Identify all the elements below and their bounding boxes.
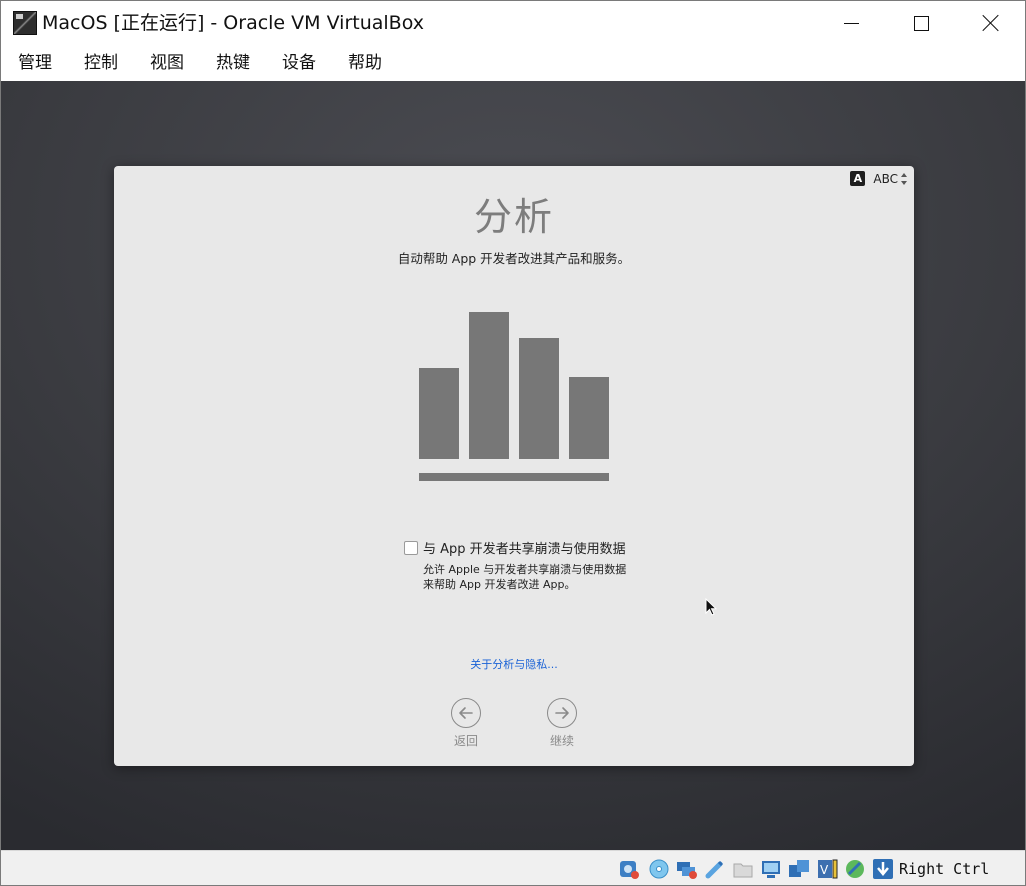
- input-source-menu[interactable]: A ABC: [850, 171, 908, 186]
- illustration-bar: [519, 338, 559, 459]
- maximize-button[interactable]: [886, 1, 956, 45]
- page-subtitle: 自动帮助 App 开发者改进其产品和服务。: [397, 251, 631, 266]
- title-bar[interactable]: MacOS [正在运行] - Oracle VM VirtualBox: [1, 1, 1025, 45]
- maximize-icon: [913, 15, 929, 31]
- chevron-up-down-icon: [901, 172, 908, 185]
- window-title: MacOS [正在运行] - Oracle VM VirtualBox: [42, 12, 424, 34]
- virtualbox-window: MacOS [正在运行] - Oracle VM VirtualBox 管理 控…: [0, 0, 1026, 886]
- share-data-description-line: 允许 Apple 与开发者共享崩溃与使用数据: [423, 563, 627, 576]
- close-icon: [982, 14, 1000, 32]
- menu-devices[interactable]: 设备: [282, 45, 316, 81]
- menu-manage[interactable]: 管理: [18, 45, 52, 81]
- minimize-icon: [843, 22, 859, 24]
- back-button[interactable]: 返回: [441, 698, 491, 749]
- page-title: 分析: [473, 195, 554, 239]
- share-data-description-line: 来帮助 App 开发者改进 App。: [423, 578, 576, 591]
- close-button[interactable]: [956, 1, 1026, 45]
- display-icon[interactable]: [760, 858, 782, 880]
- shared-folders-icon[interactable]: [732, 858, 754, 880]
- about-analytics-privacy-link[interactable]: 关于分析与隐私...: [114, 656, 914, 672]
- share-data-checkbox[interactable]: [404, 540, 418, 555]
- continue-label: 继续: [549, 734, 574, 748]
- guest-additions-icon[interactable]: [844, 858, 866, 880]
- input-source-label: ABC: [873, 171, 898, 186]
- share-data-label[interactable]: 与 App 开发者共享崩溃与使用数据: [423, 538, 626, 557]
- host-key-label: Right Ctrl: [899, 860, 990, 878]
- back-label: 返回: [453, 734, 478, 748]
- vm-display[interactable]: A ABC 分析 自动帮助 App 开发者改进其产品和服务。 与 App 开发者…: [1, 81, 1025, 850]
- status-bar: V Right Ctrl: [1, 850, 1025, 885]
- share-data-description: 允许 Apple 与开发者共享崩溃与使用数据 来帮助 App 开发者改进 App…: [423, 562, 626, 592]
- analytics-bar-chart-icon: [419, 311, 609, 481]
- menu-control[interactable]: 控制: [84, 45, 118, 81]
- usb-icon[interactable]: [704, 858, 726, 880]
- continue-button[interactable]: 继续: [537, 698, 587, 749]
- virtual-network-icon[interactable]: [788, 858, 810, 880]
- setup-assistant-panel: A ABC 分析 自动帮助 App 开发者改进其产品和服务。 与 App 开发者…: [114, 166, 914, 766]
- hard-disk-icon[interactable]: [618, 858, 640, 880]
- svg-text:V: V: [820, 863, 829, 877]
- menu-hotkeys[interactable]: 热键: [216, 45, 250, 81]
- menu-view[interactable]: 视图: [150, 45, 184, 81]
- menu-bar: 管理 控制 视图 热键 设备 帮助: [1, 45, 1025, 81]
- keyboard-capture-icon[interactable]: [872, 858, 894, 880]
- minimize-button[interactable]: [816, 1, 886, 45]
- recording-icon[interactable]: V: [816, 858, 838, 880]
- network-icon[interactable]: [676, 858, 698, 880]
- mouse-pointer-icon: [705, 597, 718, 620]
- menu-help[interactable]: 帮助: [348, 45, 382, 81]
- optical-disk-icon[interactable]: [648, 858, 670, 880]
- share-data-option[interactable]: 与 App 开发者共享崩溃与使用数据: [404, 538, 626, 557]
- virtualbox-app-icon: [13, 11, 37, 35]
- arrow-right-icon: [547, 698, 577, 728]
- illustration-bar: [419, 368, 459, 459]
- illustration-bar: [469, 312, 509, 459]
- input-source-badge: A: [850, 171, 866, 186]
- illustration-bar: [569, 377, 609, 459]
- arrow-left-icon: [451, 698, 481, 728]
- chart-baseline: [419, 473, 609, 481]
